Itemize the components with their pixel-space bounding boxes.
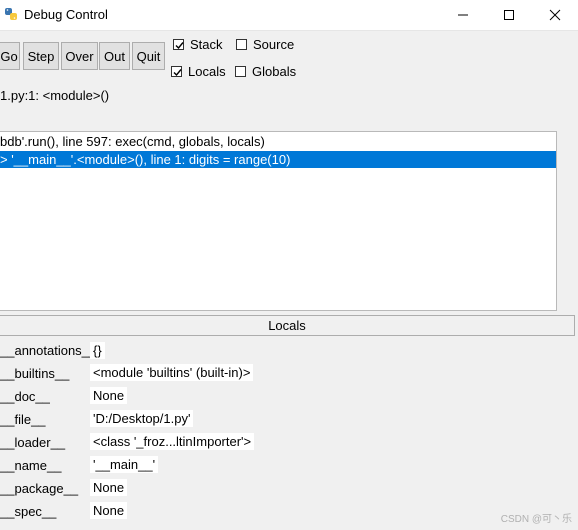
stack-label: Stack <box>190 36 223 52</box>
source-label: Source <box>253 36 295 52</box>
checkbox-box[interactable] <box>171 65 182 77</box>
go-button[interactable]: Go <box>0 42 20 70</box>
checkmark-icon <box>175 41 184 49</box>
over-button[interactable]: Over <box>61 42 98 70</box>
title-bar: Debug Control <box>0 0 578 31</box>
globals-checkbox[interactable]: Globals <box>235 63 296 79</box>
checkbox-box[interactable] <box>173 38 184 50</box>
quit-button[interactable]: Quit <box>132 42 165 70</box>
local-name: __name__ <box>0 458 62 473</box>
maximize-icon <box>504 10 514 20</box>
locals-panel: __annotations__ {} __builtins__ <module … <box>0 337 562 530</box>
local-name: __package__ <box>0 481 79 496</box>
local-value[interactable]: '__main__' <box>90 456 159 473</box>
close-icon <box>549 9 561 21</box>
minimize-button[interactable] <box>440 0 486 30</box>
local-value[interactable]: None <box>90 502 128 519</box>
checkmark-icon <box>173 68 182 76</box>
local-value[interactable]: <class '_froz...ltinImporter'> <box>90 433 255 450</box>
watermark: CSDN @可丶乐 <box>500 514 572 525</box>
stack-list[interactable]: bdb'.run(), line 597: exec(cmd, globals,… <box>0 131 557 311</box>
local-name: __file__ <box>0 412 46 427</box>
local-name: __loader__ <box>0 435 66 450</box>
python-icon <box>5 8 17 20</box>
local-name: __annotations__ <box>0 343 97 358</box>
local-name: __doc__ <box>0 389 50 404</box>
stack-row-selected[interactable]: > '__main__'.<module>(), line 1: digits … <box>0 151 556 168</box>
locals-scrollbar[interactable] <box>562 337 578 530</box>
local-name: __builtins__ <box>0 366 70 381</box>
step-button[interactable]: Step <box>23 42 59 70</box>
out-button[interactable]: Out <box>99 42 130 70</box>
local-value[interactable]: <module 'builtins' (built-in)> <box>90 364 254 381</box>
checkbox-box[interactable] <box>236 38 247 50</box>
checkbox-box[interactable] <box>235 65 246 77</box>
stack-row[interactable]: bdb'.run(), line 597: exec(cmd, globals,… <box>0 133 556 150</box>
maximize-button[interactable] <box>486 0 532 30</box>
local-value[interactable]: 'D:/Desktop/1.py' <box>90 410 194 427</box>
local-value[interactable]: None <box>90 479 128 496</box>
status-line: 1.py:1: <module>() <box>0 88 110 103</box>
close-button[interactable] <box>532 0 578 30</box>
globals-label: Globals <box>252 63 297 79</box>
minimize-icon <box>458 14 468 16</box>
stack-scrollbar[interactable] <box>557 131 578 311</box>
local-value[interactable]: {} <box>90 342 105 359</box>
stack-checkbox[interactable]: Stack <box>173 36 223 52</box>
locals-header: Locals <box>0 315 575 336</box>
locals-checkbox[interactable]: Locals <box>171 63 226 79</box>
locals-label: Locals <box>188 63 226 79</box>
local-value[interactable]: None <box>90 387 128 404</box>
source-checkbox[interactable]: Source <box>236 36 294 52</box>
local-name: __spec__ <box>0 504 57 519</box>
window-title: Debug Control <box>24 7 108 22</box>
